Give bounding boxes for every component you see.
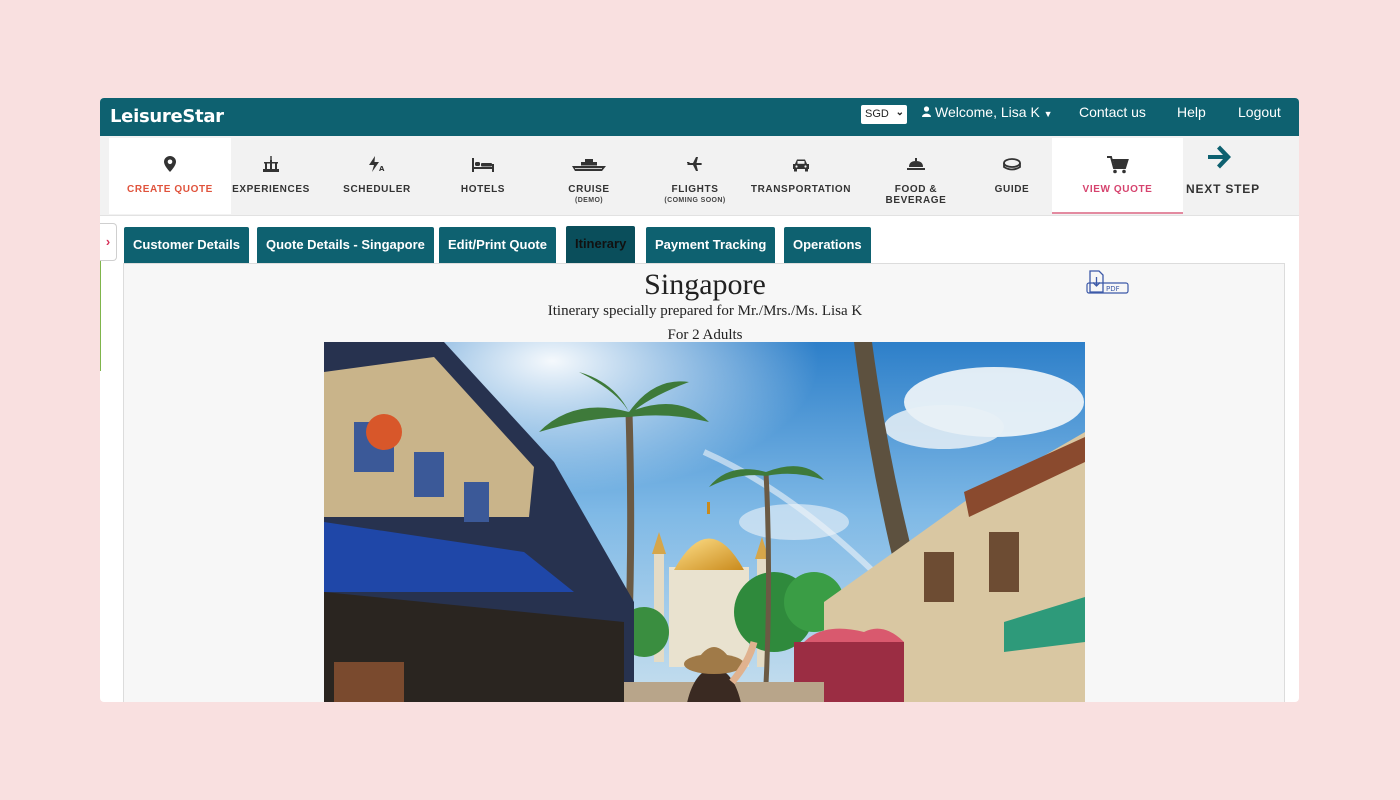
chevron-right-icon: › xyxy=(105,234,111,249)
tab-quote-details[interactable]: Quote Details - Singapore xyxy=(257,227,434,263)
pdf-download-button[interactable]: PDF xyxy=(1086,270,1130,296)
svg-text:PDF: PDF xyxy=(1106,285,1120,293)
tab-payment-tracking[interactable]: Payment Tracking xyxy=(646,227,776,263)
nav-flights[interactable]: FLIGHTS (COMING SOON) xyxy=(657,138,733,214)
food-icon xyxy=(863,156,969,178)
nav-label: FLIGHTS xyxy=(671,184,719,195)
nav-label: VIEW QUOTE xyxy=(1082,184,1153,195)
sidebar-toggle[interactable]: › xyxy=(100,223,117,261)
tab-edit-print-quote[interactable]: Edit/Print Quote xyxy=(439,227,556,263)
tab-itinerary[interactable]: Itinerary xyxy=(566,226,636,265)
caret-down-icon: ▼ xyxy=(1043,109,1053,119)
top-bar: LeisureStar SGD ⌄ Welcome, Lisa K ▼ Cont… xyxy=(100,98,1299,136)
tab-operations[interactable]: Operations xyxy=(784,227,871,263)
landmark-icon xyxy=(231,156,311,178)
destination-photo xyxy=(324,342,1085,702)
next-step-button[interactable]: NEXT STEP xyxy=(1184,136,1294,214)
nav-sublabel: (DEMO) xyxy=(574,197,604,204)
arrow-right-icon xyxy=(1206,144,1232,177)
scheduler-icon: A xyxy=(338,156,416,178)
tab-customer-details[interactable]: Customer Details xyxy=(124,227,249,263)
nav-cruise[interactable]: CRUISE (DEMO) xyxy=(554,138,624,214)
nav-label: EXPERIENCES xyxy=(232,184,310,195)
plane-icon xyxy=(657,156,733,178)
contact-us-link[interactable]: Contact us xyxy=(1079,104,1146,120)
welcome-user-menu[interactable]: Welcome, Lisa K ▼ xyxy=(922,104,1053,120)
bed-icon xyxy=(446,156,520,178)
nav-create-quote[interactable]: CREATE QUOTE xyxy=(109,138,231,214)
app-window: LeisureStar SGD ⌄ Welcome, Lisa K ▼ Cont… xyxy=(100,98,1299,702)
brand-logo[interactable]: LeisureStar xyxy=(110,106,224,127)
nav-transportation[interactable]: TRANSPORTATION xyxy=(750,138,852,214)
side-accent-line xyxy=(100,261,101,371)
nav-label: CREATE QUOTE xyxy=(127,184,213,195)
itinerary-prepared-for: Itinerary specially prepared for Mr./Mrs… xyxy=(547,303,863,319)
user-icon xyxy=(922,106,931,120)
currency-select[interactable]: SGD ⌄ xyxy=(861,105,907,124)
map-pin-icon xyxy=(109,156,231,178)
svg-text:A: A xyxy=(379,165,385,172)
nav-label: GUIDE xyxy=(994,184,1030,195)
pdf-download-icon: PDF xyxy=(1086,270,1129,294)
nav-label: TRANSPORTATION xyxy=(750,184,852,195)
help-link[interactable]: Help xyxy=(1177,104,1206,120)
nav-sublabel: (COMING SOON) xyxy=(664,197,726,204)
itinerary-panel: Singapore Itinerary specially prepared f… xyxy=(123,263,1285,702)
nav-scheduler[interactable]: A SCHEDULER xyxy=(338,138,416,214)
chevron-down-icon: ⌄ xyxy=(895,107,904,118)
nav-experiences[interactable]: EXPERIENCES xyxy=(231,138,311,214)
main-nav: CREATE QUOTE EXPERIENCES A SCHEDULER HOT… xyxy=(100,136,1299,216)
nav-label: SCHEDULER xyxy=(343,184,411,195)
nav-view-quote[interactable]: VIEW QUOTE xyxy=(1052,138,1183,214)
ship-icon xyxy=(554,156,624,178)
nav-food-beverage[interactable]: FOOD & BEVERAGE xyxy=(863,138,969,214)
car-icon xyxy=(750,156,852,178)
nav-label: HOTELS xyxy=(460,184,506,195)
welcome-text: Welcome, Lisa K xyxy=(935,104,1040,120)
logout-link[interactable]: Logout xyxy=(1238,104,1281,120)
nav-guide[interactable]: GUIDE xyxy=(989,138,1035,214)
cart-icon xyxy=(1052,156,1183,178)
nav-hotels[interactable]: HOTELS xyxy=(446,138,520,214)
nav-label: CRUISE xyxy=(568,184,610,195)
nav-label: FOOD & BEVERAGE xyxy=(885,184,947,206)
guide-icon xyxy=(989,156,1035,178)
currency-value: SGD xyxy=(865,108,889,120)
next-step-label: NEXT STEP xyxy=(1186,182,1260,196)
